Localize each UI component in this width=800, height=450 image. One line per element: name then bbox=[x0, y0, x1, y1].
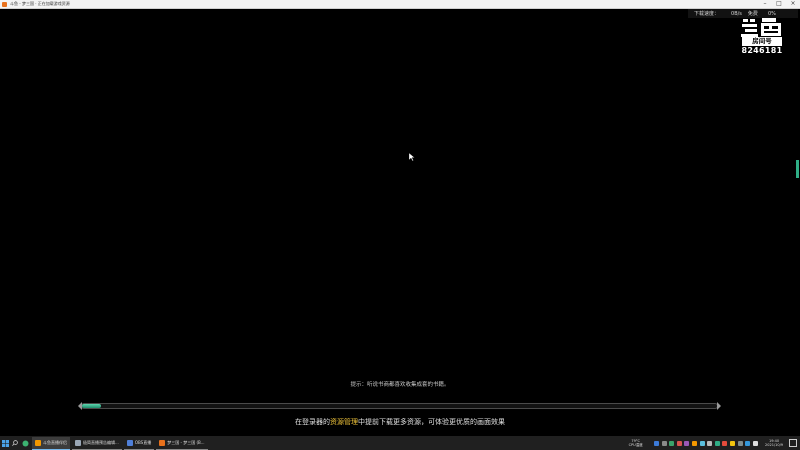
search-icon bbox=[12, 440, 18, 446]
window-title: 斗鱼 - 梦三国 · 正在加载游戏资源 bbox=[10, 1, 70, 6]
game-screen: 斗鱼 - 梦三国 · 正在加载游戏资源 – □ × 下载速度： 0B/s 免费 … bbox=[0, 0, 800, 450]
search-button[interactable] bbox=[10, 436, 20, 450]
resource-tip: 在登录器的资源管理中提前下载更多资源，可体验更优质的画面效果 bbox=[0, 417, 800, 427]
volume-icon[interactable] bbox=[752, 440, 758, 446]
loading-progress-fill bbox=[82, 404, 102, 408]
tray-app-icon[interactable] bbox=[737, 440, 743, 446]
task-label: 极简直播预告编辑... bbox=[83, 439, 119, 445]
task-app-icon bbox=[126, 439, 133, 446]
task-app-icon bbox=[35, 439, 41, 446]
tray-app-icon[interactable] bbox=[669, 440, 675, 446]
window-titlebar[interactable]: 斗鱼 - 梦三国 · 正在加载游戏资源 – □ × bbox=[0, 0, 800, 9]
task-app-icon bbox=[75, 439, 81, 446]
progress-right-cap bbox=[717, 402, 721, 410]
resource-tip-after: 中提前下载更多资源，可体验更优质的画面效果 bbox=[358, 418, 505, 426]
side-panel-handle[interactable] bbox=[796, 160, 799, 178]
download-speed-label: 下载速度： bbox=[694, 11, 720, 17]
download-speed-value: 0B/s bbox=[731, 10, 742, 17]
loading-progress-bar bbox=[78, 402, 721, 410]
resource-tip-before: 在登录器的 bbox=[295, 418, 330, 426]
download-percent: 0% bbox=[767, 10, 776, 17]
minimize-button[interactable]: – bbox=[758, 0, 772, 8]
download-mode-label: 免费 bbox=[747, 11, 758, 17]
task-label: 斗鱼直播伴侣 bbox=[43, 439, 67, 445]
tray-app-icon[interactable] bbox=[729, 440, 735, 446]
pinned-app-button[interactable] bbox=[20, 436, 30, 450]
tray-app-icon[interactable] bbox=[699, 440, 705, 446]
start-button[interactable] bbox=[0, 436, 10, 450]
cpu-temperature: 79°C CPU温度 bbox=[629, 439, 643, 447]
tray-app-icon[interactable] bbox=[676, 440, 682, 446]
clock-date: 2021/10/9 bbox=[765, 443, 783, 447]
app-icon bbox=[2, 1, 7, 7]
tray-app-icon[interactable] bbox=[722, 440, 728, 446]
task-label: 梦三国 - 梦三国 (B... bbox=[167, 439, 205, 445]
tray-app-icon[interactable] bbox=[654, 440, 660, 446]
task-label: OBS直播 bbox=[134, 439, 152, 445]
room-number: 8246181 bbox=[741, 46, 783, 55]
loading-hint: 提示：听说书商都喜欢收集成套的书籍。 bbox=[350, 382, 450, 388]
tray-app-icon[interactable] bbox=[684, 440, 690, 446]
taskbar: 斗鱼直播伴侣 极简直播预告编辑... OBS直播 梦三国 - 梦三国 (B... 79… bbox=[0, 436, 800, 450]
resource-manager-link[interactable]: 资源管理 bbox=[330, 418, 358, 426]
window-controls: – □ × bbox=[758, 0, 800, 8]
tray-app-icon[interactable] bbox=[745, 440, 751, 446]
task-app-icon bbox=[159, 439, 166, 446]
cpu-temp-label: CPU温度 bbox=[628, 443, 643, 447]
pinned-app-icon bbox=[22, 440, 28, 446]
taskbar-task[interactable]: 极简直播预告编辑... bbox=[72, 437, 122, 450]
system-clock[interactable]: 19:40 2021/10/9 bbox=[765, 439, 783, 447]
tray-app-icon[interactable] bbox=[692, 440, 697, 446]
maximize-button[interactable]: □ bbox=[772, 0, 786, 8]
taskbar-task[interactable]: 斗鱼直播伴侣 bbox=[32, 436, 70, 450]
taskbar-task[interactable]: OBS直播 bbox=[123, 437, 155, 450]
close-button[interactable]: × bbox=[786, 0, 800, 8]
system-tray: 79°C CPU温度 19:40 2021/10/9 bbox=[629, 436, 800, 450]
tray-app-icon[interactable] bbox=[714, 440, 720, 446]
windows-icon bbox=[1, 439, 9, 447]
taskbar-task[interactable]: 梦三国 - 梦三国 (B... bbox=[156, 437, 208, 450]
tray-app-icon[interactable] bbox=[661, 440, 667, 446]
task-list: 斗鱼直播伴侣 极简直播预告编辑... OBS直播 梦三国 - 梦三国 (B... bbox=[30, 436, 208, 450]
room-label: 房间号 bbox=[742, 37, 782, 46]
mouse-cursor-icon bbox=[409, 153, 415, 161]
tray-app-icon[interactable] bbox=[707, 440, 713, 446]
notification-icon[interactable] bbox=[789, 439, 797, 447]
